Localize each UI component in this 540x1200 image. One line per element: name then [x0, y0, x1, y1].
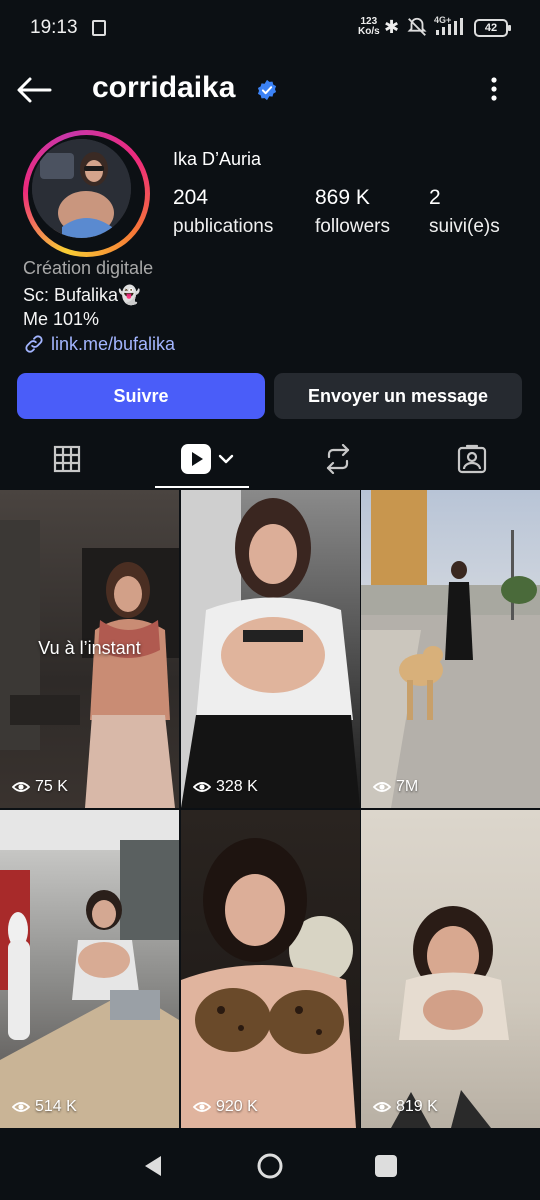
- eye-icon: [373, 782, 391, 792]
- stat-value: 2: [429, 186, 441, 209]
- network-speed-unit: Ko/s: [358, 26, 380, 37]
- verified-badge-icon: [257, 79, 277, 101]
- reel-tile[interactable]: 328 K: [181, 490, 360, 808]
- view-count: 328 K: [193, 778, 258, 796]
- view-count-value: 920 K: [216, 1098, 258, 1115]
- avatar: [32, 139, 131, 238]
- eye-icon: [12, 1102, 30, 1112]
- reel-tile[interactable]: 819 K: [361, 810, 540, 1128]
- view-count-value: 75 K: [35, 778, 68, 795]
- nav-back-icon[interactable]: [143, 1154, 163, 1178]
- signal-icon: 4G+: [434, 15, 463, 35]
- avatar-image: [32, 139, 131, 238]
- tab-grid[interactable]: [27, 430, 107, 488]
- view-count: 7M: [373, 778, 418, 796]
- tab-tagged[interactable]: [432, 430, 512, 488]
- view-count: 920 K: [193, 1098, 258, 1116]
- eye-icon: [12, 782, 30, 792]
- follow-button[interactable]: Suivre: [17, 373, 265, 419]
- reel-tile[interactable]: 920 K: [181, 810, 360, 1128]
- notification-icon: [92, 20, 106, 36]
- battery-indicator: 42: [474, 19, 511, 37]
- bio-line: Sc: Bufalika👻: [23, 285, 141, 305]
- eye-icon: [193, 1102, 211, 1112]
- view-count: 75 K: [12, 778, 68, 796]
- system-navigation-bar: [0, 1132, 540, 1200]
- viewed-label: Vu à l’instant: [38, 638, 141, 658]
- reel-thumbnail: [181, 838, 356, 1128]
- reels-play-icon: [181, 444, 234, 474]
- nav-home-icon[interactable]: [256, 1152, 284, 1180]
- reel-thumbnail: [391, 906, 509, 1128]
- stat-value: 869 K: [315, 186, 370, 209]
- bluetooth-icon: ✱: [384, 17, 400, 37]
- view-count-value: 514 K: [35, 1098, 77, 1115]
- tagged-person-icon: [457, 444, 487, 474]
- tab-reposts[interactable]: [298, 430, 378, 488]
- reel-tile[interactable]: Vu à l’instant 75 K: [0, 490, 179, 808]
- active-tab-indicator: [155, 486, 249, 488]
- bell-off-icon: [407, 17, 427, 36]
- network-type: 4G+: [434, 15, 451, 25]
- view-count: 514 K: [12, 1098, 77, 1116]
- content-tabs: [0, 430, 540, 488]
- profile-header: corridaika: [0, 60, 540, 120]
- reel-tile[interactable]: 514 K: [0, 810, 179, 1128]
- stat-value: 204: [173, 186, 209, 209]
- stat-label: suivi(e)s: [429, 216, 500, 237]
- stat-label: followers: [315, 216, 390, 237]
- repost-icon: [326, 444, 350, 474]
- full-name: Ika D’Auria: [173, 149, 262, 169]
- status-bar: 19:13 123 Ko/s ✱ 4G+ 42: [0, 0, 540, 56]
- reel-thumbnail: [361, 490, 540, 808]
- view-count-value: 7M: [396, 778, 419, 795]
- stat-label: publications: [173, 216, 274, 237]
- network-speed: 123 Ko/s: [358, 17, 380, 37]
- reel-thumbnail: [181, 490, 360, 808]
- stat-posts[interactable]: 204 publications: [173, 186, 273, 238]
- link-icon: [25, 335, 43, 353]
- stat-following[interactable]: 2 suivi(e)s: [429, 186, 500, 238]
- nav-recents-icon[interactable]: [375, 1155, 397, 1177]
- profile-category: Création digitale: [23, 258, 154, 278]
- stat-followers[interactable]: 869 K followers: [315, 186, 390, 238]
- bio-link-text: link.me/bufalika: [51, 333, 176, 354]
- reel-tile[interactable]: 7M: [361, 490, 540, 808]
- view-count-value: 819 K: [396, 1098, 438, 1115]
- grid-icon: [53, 445, 81, 473]
- bio-link[interactable]: link.me/bufalika: [23, 333, 175, 355]
- eye-icon: [193, 782, 211, 792]
- reel-thumbnail: [0, 810, 179, 1128]
- story-ring[interactable]: [23, 130, 150, 257]
- bio-line: Me 101%: [23, 309, 100, 329]
- tab-reels[interactable]: [170, 430, 250, 488]
- username-title: corridaika: [92, 71, 236, 104]
- message-button[interactable]: Envoyer un message: [274, 373, 522, 419]
- view-count-value: 328 K: [216, 778, 258, 795]
- back-arrow-icon[interactable]: [14, 72, 54, 108]
- eye-icon: [373, 1102, 391, 1112]
- status-time: 19:13: [30, 17, 78, 38]
- more-options-icon[interactable]: [484, 74, 504, 104]
- view-count: 819 K: [373, 1098, 438, 1116]
